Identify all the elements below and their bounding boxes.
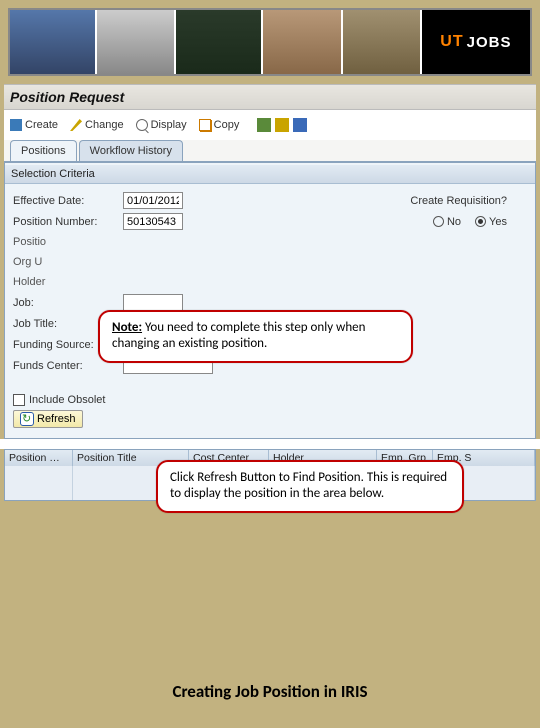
tab-workflow-history[interactable]: Workflow History: [79, 140, 183, 161]
effective-date-label: Effective Date:: [13, 195, 123, 207]
copy-button[interactable]: Copy: [199, 119, 240, 131]
position-label: Positio: [13, 236, 123, 248]
effective-date-input[interactable]: [123, 192, 183, 209]
row-position: Positio: [5, 232, 535, 252]
copy-icon: [199, 119, 211, 131]
panel-title: Position Request: [4, 84, 536, 110]
change-label: Change: [85, 119, 124, 131]
footer-caption: Creating Job Position in IRIS: [0, 681, 540, 702]
note-label: Note:: [112, 320, 142, 335]
refresh-button[interactable]: Refresh: [13, 410, 83, 428]
tool-icon[interactable]: [293, 118, 307, 132]
org-label: Org U: [13, 256, 123, 268]
banner-photo: [10, 10, 95, 74]
refresh-callout-text: Click Refresh Button to Find Position. T…: [170, 470, 447, 501]
create-icon: [10, 119, 22, 131]
create-label: Create: [25, 119, 58, 131]
refresh-icon: [20, 412, 34, 426]
refresh-row: Include Obsolet: [5, 390, 535, 410]
holder-label: Holder: [13, 276, 123, 288]
radio-yes-label: Yes: [489, 216, 507, 228]
banner-photo: [343, 10, 420, 74]
display-label: Display: [151, 119, 187, 131]
mini-icons: [257, 118, 307, 132]
row-position-number: Position Number: No Yes: [5, 211, 535, 232]
row-org: Org U: [5, 252, 535, 272]
checkbox-icon: [13, 394, 25, 406]
create-requisition-group: Create Requisition?: [410, 195, 507, 207]
tool-icon[interactable]: [257, 118, 271, 132]
note-text: You need to complete this step only when…: [112, 320, 365, 351]
include-obsolete-label: Include Obsolet: [29, 394, 105, 406]
change-button[interactable]: Change: [70, 119, 124, 131]
position-number-input[interactable]: [123, 213, 183, 230]
th-position[interactable]: Position …: [5, 450, 73, 466]
refresh-callout: Click Refresh Button to Find Position. T…: [156, 460, 464, 513]
radio-icon: [433, 216, 444, 227]
logo-text: JOBS: [467, 34, 512, 51]
banner-photo: [263, 10, 340, 74]
selection-criteria-section: Selection Criteria Effective Date: Creat…: [4, 162, 536, 439]
job-label: Job:: [13, 297, 123, 309]
tool-icon[interactable]: [275, 118, 289, 132]
banner-photo: [97, 10, 174, 74]
row-holder: Holder: [5, 272, 535, 292]
radio-no-label: No: [447, 216, 461, 228]
copy-label: Copy: [214, 119, 240, 131]
banner-photo: [176, 10, 261, 74]
include-obsolete-checkbox[interactable]: Include Obsolet: [13, 394, 105, 406]
create-button[interactable]: Create: [10, 119, 58, 131]
position-number-label: Position Number:: [13, 216, 123, 228]
pencil-icon: [70, 119, 82, 131]
tabstrip: Positions Workflow History: [4, 140, 536, 162]
logo-prefix: UT: [440, 33, 463, 51]
position-request-panel: Position Request Create Change Display C…: [4, 84, 536, 439]
toolbar: Create Change Display Copy: [4, 110, 536, 140]
create-requisition-label: Create Requisition?: [410, 195, 507, 207]
glasses-icon: [136, 119, 148, 131]
ut-jobs-logo: UTJOBS: [422, 10, 530, 74]
job-input[interactable]: [123, 294, 183, 311]
row-effective-date: Effective Date: Create Requisition?: [5, 190, 535, 211]
radio-yes[interactable]: Yes: [475, 216, 507, 228]
requisition-radios: No Yes: [433, 216, 507, 228]
refresh-label: Refresh: [37, 413, 76, 425]
note-callout: Note: You need to complete this step onl…: [98, 310, 413, 363]
radio-icon: [475, 216, 486, 227]
display-button[interactable]: Display: [136, 119, 187, 131]
header-banner: UTJOBS: [8, 8, 532, 76]
section-title: Selection Criteria: [5, 165, 535, 184]
radio-no[interactable]: No: [433, 216, 461, 228]
tab-positions[interactable]: Positions: [10, 140, 77, 161]
